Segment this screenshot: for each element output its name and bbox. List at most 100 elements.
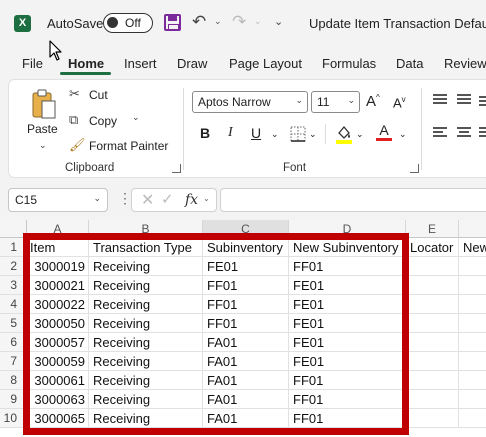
cell-item[interactable]: 3000019 (27, 257, 89, 276)
cell-new-subinventory[interactable]: FE01 (289, 333, 406, 352)
align-top-icon[interactable] (433, 94, 447, 106)
font-color-dropdown-icon[interactable]: ⌄ (399, 129, 407, 140)
cell-subinventory[interactable]: FA01 (203, 390, 289, 409)
cell-locator[interactable] (406, 390, 459, 409)
fx-dropdown-icon[interactable]: ⌄ (203, 194, 210, 203)
copy-button[interactable]: Copy (89, 114, 117, 128)
undo-dropdown-icon[interactable]: ⌄ (214, 16, 222, 27)
font-launcher-icon[interactable] (410, 164, 419, 173)
column-header-e[interactable]: E (406, 220, 459, 238)
enter-icon[interactable]: ✓ (161, 190, 174, 208)
cell-subinventory[interactable]: FA01 (203, 352, 289, 371)
row-header[interactable]: 8 (0, 371, 27, 390)
row-header[interactable]: 4 (0, 295, 27, 314)
align-left-icon[interactable] (433, 127, 447, 139)
cell-subinventory[interactable]: FA01 (203, 409, 289, 428)
cell-transaction-type[interactable]: Receiving (89, 390, 203, 409)
copy-icon[interactable]: ⧉ (69, 112, 78, 128)
italic-button[interactable]: I (228, 125, 233, 141)
borders-icon[interactable] (290, 126, 306, 142)
format-painter-icon[interactable]: 🖌 (69, 137, 86, 153)
row-header[interactable]: 7 (0, 352, 27, 371)
tab-review[interactable]: Review (444, 56, 486, 71)
cell-subinventory[interactable]: FF01 (203, 295, 289, 314)
cell-item[interactable]: 3000063 (27, 390, 89, 409)
cell-f1[interactable]: New (459, 238, 486, 257)
cell-a1[interactable]: Item (27, 238, 89, 257)
tab-formulas[interactable]: Formulas (322, 56, 376, 71)
column-header-c[interactable]: C (203, 220, 289, 238)
cell-item[interactable]: 3000057 (27, 333, 89, 352)
decrease-font-size-button[interactable]: Av (393, 95, 406, 110)
tab-draw[interactable]: Draw (177, 56, 207, 71)
cell-new-subinventory[interactable]: FE01 (289, 295, 406, 314)
cell-item[interactable]: 3000022 (27, 295, 89, 314)
cell-new[interactable] (459, 314, 486, 333)
tab-home[interactable]: Home (68, 56, 104, 71)
cell-locator[interactable] (406, 257, 459, 276)
row-header[interactable]: 1 (0, 238, 27, 257)
cell-transaction-type[interactable]: Receiving (89, 352, 203, 371)
format-painter-button[interactable]: Format Painter (89, 139, 168, 153)
cell-locator[interactable] (406, 333, 459, 352)
cell-new[interactable] (459, 409, 486, 428)
redo-icon[interactable]: ↷ (232, 12, 246, 32)
align-middle-icon[interactable] (457, 93, 471, 107)
cell-transaction-type[interactable]: Receiving (89, 333, 203, 352)
fill-color-dropdown-icon[interactable]: ⌄ (356, 129, 364, 140)
cell-subinventory[interactable]: FF01 (203, 276, 289, 295)
cell-c1[interactable]: Subinventory (203, 238, 289, 257)
cell-new-subinventory[interactable]: FF01 (289, 390, 406, 409)
column-header-a[interactable]: A (27, 220, 89, 238)
customize-quick-access-icon[interactable]: ⌄ (274, 15, 283, 28)
cell-new[interactable] (459, 257, 486, 276)
cell-item[interactable]: 3000059 (27, 352, 89, 371)
cell-transaction-type[interactable]: Receiving (89, 295, 203, 314)
cell-locator[interactable] (406, 276, 459, 295)
tab-file[interactable]: File (22, 56, 43, 71)
cell-transaction-type[interactable]: Receiving (89, 371, 203, 390)
paste-icon[interactable] (31, 89, 57, 121)
row-header[interactable]: 5 (0, 314, 27, 333)
copy-dropdown-icon[interactable]: ⌄ (132, 112, 140, 123)
formula-input[interactable] (220, 188, 486, 212)
excel-app-icon[interactable]: X (14, 15, 31, 32)
cancel-icon[interactable]: ✕ (141, 190, 154, 210)
cell-new[interactable] (459, 276, 486, 295)
autosave-toggle[interactable]: Off (103, 13, 153, 33)
insert-function-icon[interactable]: fx (185, 192, 198, 208)
cell-locator[interactable] (406, 409, 459, 428)
cell-locator[interactable] (406, 314, 459, 333)
cell-transaction-type[interactable]: Receiving (89, 409, 203, 428)
cell-locator[interactable] (406, 352, 459, 371)
row-header[interactable]: 9 (0, 390, 27, 409)
cell-new-subinventory[interactable]: FE01 (289, 276, 406, 295)
undo-icon[interactable]: ↶ (192, 12, 206, 32)
cell-item[interactable]: 3000050 (27, 314, 89, 333)
cell-transaction-type[interactable]: Receiving (89, 257, 203, 276)
redo-dropdown-icon[interactable]: ⌄ (254, 16, 262, 27)
fill-color-icon[interactable] (335, 124, 353, 144)
cell-new-subinventory[interactable]: FF01 (289, 409, 406, 428)
save-icon[interactable] (164, 14, 181, 31)
row-header[interactable]: 3 (0, 276, 27, 295)
cell-e1[interactable]: Locator (406, 238, 459, 257)
more-options-icon[interactable]: ⋮ (118, 190, 132, 207)
cut-icon[interactable]: ✂ (69, 86, 80, 102)
tab-data[interactable]: Data (396, 56, 423, 71)
cell-locator[interactable] (406, 295, 459, 314)
font-size-select[interactable]: 11 ⌄ (311, 91, 360, 113)
borders-dropdown-icon[interactable]: ⌄ (309, 129, 317, 140)
cell-transaction-type[interactable]: Receiving (89, 276, 203, 295)
cell-new-subinventory[interactable]: FF01 (289, 257, 406, 276)
column-header-d[interactable]: D (289, 220, 406, 238)
cell-new-subinventory[interactable]: FF01 (289, 371, 406, 390)
select-all-corner[interactable] (0, 220, 27, 238)
align-bottom-icon[interactable] (479, 94, 486, 106)
column-header-f[interactable] (459, 220, 486, 238)
cell-new[interactable] (459, 352, 486, 371)
row-header[interactable]: 10 (0, 409, 27, 428)
clipboard-launcher-icon[interactable] (172, 164, 181, 173)
cell-b1[interactable]: Transaction Type (89, 238, 203, 257)
cell-new-subinventory[interactable]: FE01 (289, 314, 406, 333)
